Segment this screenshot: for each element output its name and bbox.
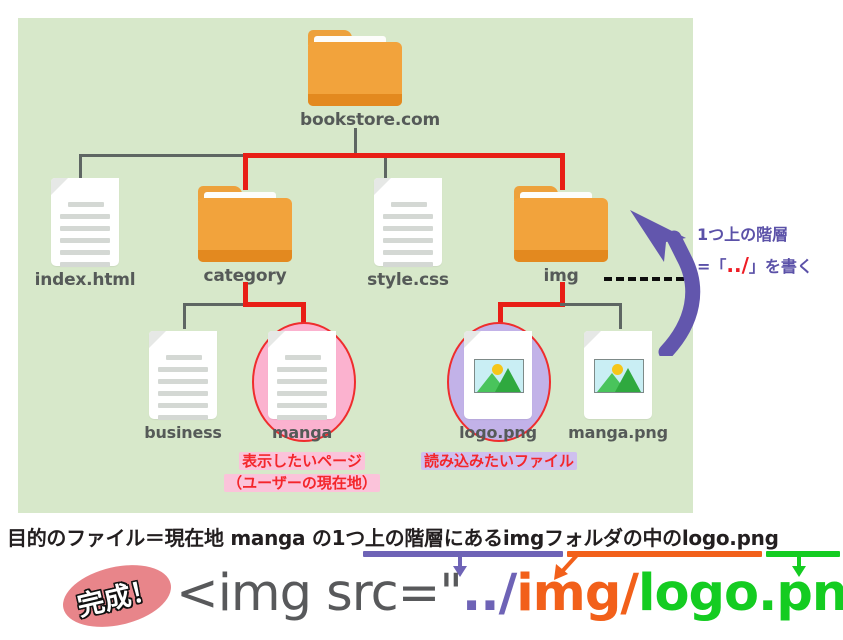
tree-node-root[interactable]: bookstore.com xyxy=(300,30,440,130)
annotation-line1: 1つ上の階層 xyxy=(697,225,789,244)
caption-manga-line1: 表示したいページ xyxy=(239,452,365,470)
connector-level1-red-bar xyxy=(243,153,565,158)
code-file: logo.png xyxy=(637,564,843,623)
image-file-icon xyxy=(464,331,532,419)
tree-node-logo-png[interactable]: logo.png xyxy=(443,331,553,442)
annotation-line2-code: ../ xyxy=(726,253,749,277)
tree-node-label: logo.png xyxy=(459,423,537,442)
caption-manga-line2: （ユーザーの現在地） xyxy=(224,474,380,492)
caption-logo: 読み込みたいファイル xyxy=(404,450,594,472)
tree-node-category[interactable]: category xyxy=(190,186,300,286)
annotation-line2-prefix: =「 xyxy=(697,257,727,276)
file-icon xyxy=(374,178,442,267)
connector-root-stem xyxy=(354,128,357,156)
connector-img xyxy=(560,153,565,190)
underline-folder xyxy=(567,551,762,557)
diagram-root: bookstore.com index.html category style.… xyxy=(0,0,843,640)
annotation-parent-dir: 1つ上の階層 =「../」を書く xyxy=(697,219,813,282)
tree-node-label: manga.png xyxy=(568,423,668,442)
folder-icon xyxy=(308,30,402,106)
connector-category xyxy=(243,153,248,190)
annotation-line2-suffix: 」を書く xyxy=(748,257,813,276)
tree-node-style-css[interactable]: style.css xyxy=(353,178,463,290)
file-icon xyxy=(51,178,119,267)
folder-icon xyxy=(514,186,608,262)
explanation-part2: imgフォルダの中の xyxy=(502,526,682,550)
tree-node-img[interactable]: img xyxy=(506,186,616,286)
completion-stamp: 完成！ xyxy=(56,555,178,637)
explanation-text: 目的のファイル＝現在地 manga の1つ上の階層にあるimgフォルダの中のlo… xyxy=(7,522,839,551)
explanation-part1: 目的のファイル＝現在地 manga の1つ上の階層にある xyxy=(7,526,503,550)
connector-business-bar xyxy=(183,303,246,306)
folder-icon xyxy=(198,186,292,262)
connector-manga-bar xyxy=(243,302,306,307)
connector-logo-bar xyxy=(498,302,565,307)
caption-logo-text: 読み込みたいファイル xyxy=(420,452,577,470)
explanation-part3: logo.png xyxy=(681,526,779,550)
tree-node-label: bookstore.com xyxy=(300,110,440,130)
connector-business xyxy=(183,303,186,329)
tree-node-manga[interactable]: manga xyxy=(247,331,357,442)
tree-node-index-html[interactable]: index.html xyxy=(30,178,140,290)
file-icon xyxy=(149,331,217,420)
file-icon xyxy=(268,331,336,420)
code-folder: img/ xyxy=(516,564,639,623)
caption-manga: 表示したいページ （ユーザーの現在地） xyxy=(212,450,392,494)
code-prefix: <img src=" xyxy=(176,564,463,623)
code-snippet[interactable]: <img src="../img/logo.png"> xyxy=(176,563,843,625)
annotation-line2: =「../」を書く xyxy=(697,250,813,282)
completion-stamp-text: 完成！ xyxy=(74,574,161,623)
tree-node-business[interactable]: business xyxy=(128,331,238,442)
code-updir: ../ xyxy=(461,564,517,623)
